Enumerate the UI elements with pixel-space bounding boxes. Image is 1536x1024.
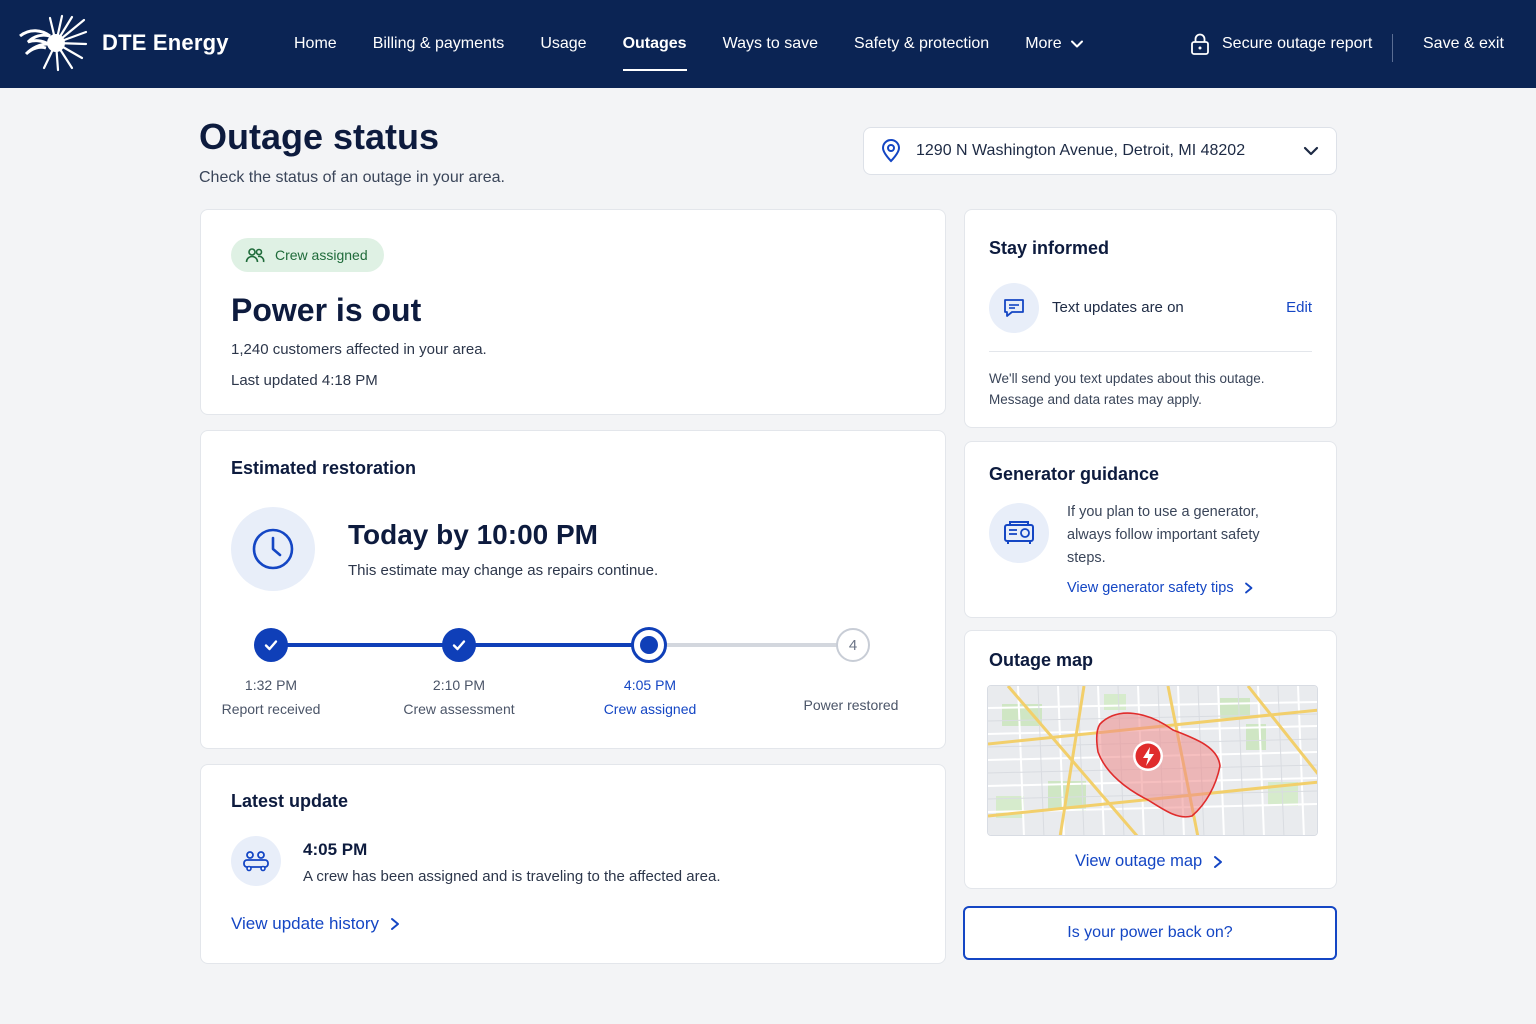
view-outage-map-link[interactable]: View outage map xyxy=(1075,852,1224,871)
step-2-name: Crew assessment xyxy=(403,701,515,717)
outage-map-card: Outage map View outage map xyxy=(964,630,1337,889)
nav-item-home[interactable]: Home xyxy=(276,0,355,88)
last-updated: Last updated 4:18 PM xyxy=(231,372,378,389)
latest-update-time: 4:05 PM xyxy=(303,840,368,859)
outage-map[interactable] xyxy=(987,685,1318,836)
text-updates-note-line-1: We'll send you text updates about this o… xyxy=(989,371,1265,386)
address-value: 1290 N Washington Avenue, Detroit, MI 48… xyxy=(916,142,1246,159)
customers-affected: 1,240 customers affected in your area. xyxy=(231,341,487,358)
chevron-right-icon xyxy=(391,918,400,930)
step-1-node xyxy=(254,628,288,662)
generator-guidance-card: Generator guidance If you plan to use a … xyxy=(964,441,1337,618)
generator-text-line-3: steps. xyxy=(1067,550,1106,566)
power-back-on-button[interactable]: Is your power back on? xyxy=(963,906,1337,960)
secure-outage-report-label: Secure outage report xyxy=(1222,35,1373,52)
stay-informed-card: Stay informed Text updates are on Edit W… xyxy=(964,209,1337,428)
nav-divider xyxy=(1392,34,1393,62)
page-subtitle: Check the status of an outage in your ar… xyxy=(199,169,505,186)
step-4-label: Power restored xyxy=(804,693,899,717)
step-2-label: 2:10 PM Crew assessment xyxy=(403,673,514,721)
crew-truck-icon xyxy=(243,851,269,872)
view-outage-map-label: View outage map xyxy=(1075,852,1203,870)
generator-guidance-text: If you plan to use a generator, always f… xyxy=(1067,501,1260,570)
address-selector[interactable]: 1290 N Washington Avenue, Detroit, MI 48… xyxy=(863,127,1337,175)
generator-safety-tips-link[interactable]: View generator safety tips xyxy=(1067,580,1254,596)
stay-informed-title: Stay informed xyxy=(989,238,1110,258)
save-exit-link[interactable]: Save & exit xyxy=(1423,0,1504,88)
brand-name: DTE Energy xyxy=(102,30,229,55)
secure-outage-report-link[interactable]: Secure outage report xyxy=(1190,0,1372,88)
latest-update-text: A crew has been assigned and is travelin… xyxy=(303,868,721,885)
chevron-right-icon xyxy=(1214,855,1223,868)
step-1-label: 1:32 PM Report received xyxy=(222,673,321,721)
step-3-time: 4:05 PM xyxy=(623,677,677,693)
outage-map-graphic xyxy=(988,686,1317,835)
crew-icon xyxy=(245,248,265,263)
sunburst-logo-icon xyxy=(19,14,88,72)
step-3-name: Crew assigned xyxy=(603,701,697,717)
restoration-note: This estimate may change as repairs cont… xyxy=(348,562,659,579)
chevron-down-icon xyxy=(1303,146,1319,156)
message-icon xyxy=(1004,299,1024,317)
step-3-label: 4:05 PM Crew assigned xyxy=(604,673,697,721)
generator-text-line-1: If you plan to use a generator, xyxy=(1067,504,1259,520)
top-navigation-bar: DTE Energy Home Billing & payments Usage… xyxy=(0,0,1536,88)
step-1-name: Report received xyxy=(221,701,321,717)
restoration-eta: Today by 10:00 PM xyxy=(348,519,599,550)
nav-item-safety[interactable]: Safety & protection xyxy=(836,0,1007,88)
generator-icon xyxy=(1004,521,1034,544)
status-badge: Crew assigned xyxy=(231,238,384,272)
page-title: Outage status xyxy=(199,116,440,157)
restoration-title: Estimated restoration xyxy=(231,458,417,478)
text-updates-status: Text updates are on xyxy=(1052,299,1184,316)
chevron-down-icon xyxy=(1070,37,1084,51)
main-nav: Home Billing & payments Usage Outages Wa… xyxy=(276,0,1102,88)
nav-item-more-label: More xyxy=(1025,35,1062,52)
step-2-node xyxy=(442,628,476,662)
power-status-headline: Power is out xyxy=(231,292,422,328)
location-pin-icon xyxy=(881,139,901,163)
stay-informed-divider xyxy=(989,351,1312,352)
step-4-name: Power restored xyxy=(803,697,899,713)
lock-icon xyxy=(1191,33,1209,55)
view-update-history-label: View update history xyxy=(231,914,380,933)
step-2-time: 2:10 PM xyxy=(432,677,486,693)
nav-item-usage[interactable]: Usage xyxy=(522,0,604,88)
crew-truck-icon-circle xyxy=(231,836,281,886)
estimated-restoration-card: Estimated restoration Today by 10:00 PM … xyxy=(200,430,946,749)
step-3-node xyxy=(631,627,667,663)
latest-update-title: Latest update xyxy=(231,791,349,811)
nav-item-billing[interactable]: Billing & payments xyxy=(355,0,523,88)
generator-guidance-title: Generator guidance xyxy=(989,464,1160,484)
nav-item-more[interactable]: More xyxy=(1007,0,1101,88)
message-icon-circle xyxy=(989,283,1039,333)
progress-line-remaining xyxy=(649,643,852,647)
generator-icon-circle xyxy=(989,503,1049,563)
generator-safety-tips-label: View generator safety tips xyxy=(1067,580,1234,596)
status-badge-label: Crew assigned xyxy=(275,247,368,263)
check-icon xyxy=(264,640,278,651)
latest-update-card: Latest update 4:05 PM A crew has been as… xyxy=(200,764,946,964)
outage-status-card: Crew assigned Power is out 1,240 custome… xyxy=(200,209,946,415)
check-icon xyxy=(452,640,466,651)
step-1-time: 1:32 PM xyxy=(244,677,298,693)
generator-text-line-2: always follow important safety xyxy=(1067,527,1260,543)
chevron-right-icon xyxy=(1244,582,1252,594)
nav-item-ways-to-save[interactable]: Ways to save xyxy=(705,0,836,88)
step-4-node: 4 xyxy=(836,628,870,662)
clock-icon-circle xyxy=(231,507,315,591)
edit-text-updates-link[interactable]: Edit xyxy=(1286,299,1312,316)
clock-icon xyxy=(252,528,294,570)
brand-logo[interactable]: DTE Energy xyxy=(16,14,229,72)
nav-item-outages[interactable]: Outages xyxy=(605,0,705,88)
view-update-history-link[interactable]: View update history xyxy=(231,914,401,934)
text-updates-note-line-2: Message and data rates may apply. xyxy=(989,392,1202,407)
outage-map-title: Outage map xyxy=(989,650,1094,670)
text-updates-note: We'll send you text updates about this o… xyxy=(989,368,1265,410)
